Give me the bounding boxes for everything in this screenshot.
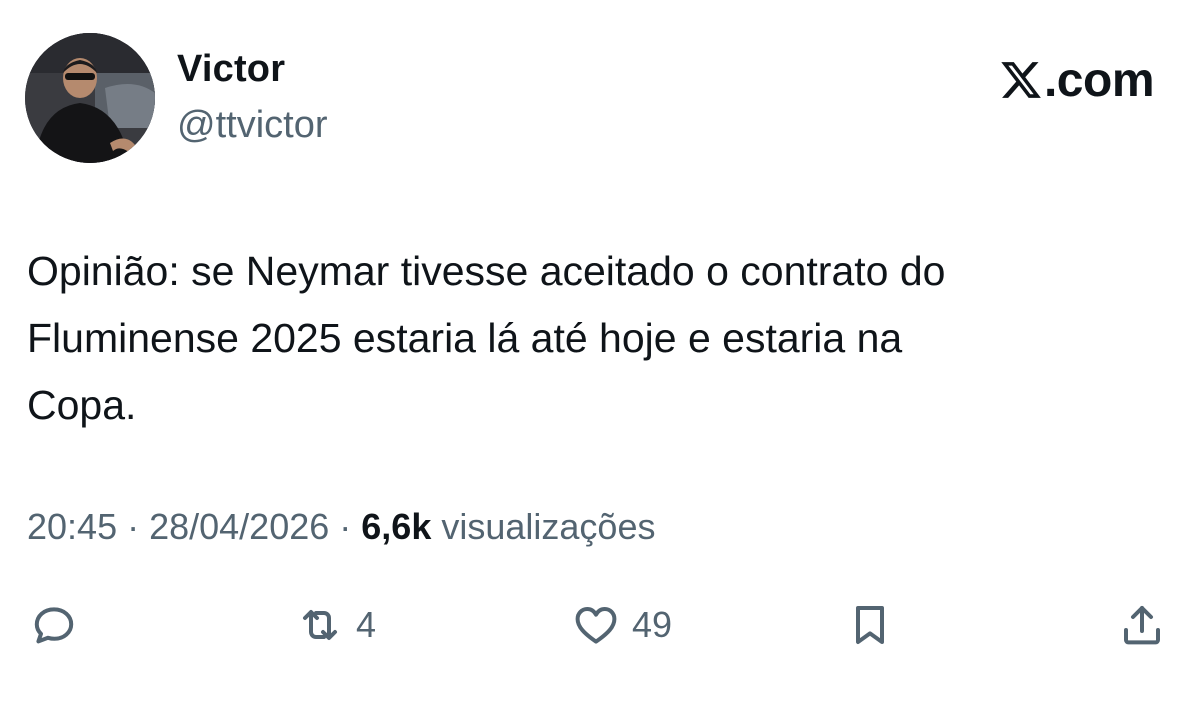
meta-separator: · (117, 506, 150, 547)
reply-button[interactable] (30, 595, 78, 655)
bookmark-icon (856, 606, 884, 644)
retweet-icon (303, 610, 337, 640)
bookmark-button[interactable] (846, 595, 894, 655)
tweet-card: Victor @ttvictor .com Opinião: se Neymar… (0, 0, 1200, 711)
retweet-button[interactable]: 4 (296, 595, 376, 655)
brand-domain: .com (1043, 53, 1155, 107)
like-button[interactable]: 49 (572, 595, 672, 655)
tweet-date[interactable]: 28/04/2026 (149, 506, 329, 547)
like-count: 49 (632, 604, 673, 645)
avatar[interactable] (25, 33, 155, 163)
x-logo-icon (1001, 62, 1041, 98)
action-bar: 4 49 (0, 595, 1200, 655)
views-count: 6,6k (361, 506, 432, 547)
share-icon (1124, 606, 1160, 645)
meta-separator: · (329, 506, 362, 547)
reply-icon (34, 607, 74, 644)
avatar-photo (25, 33, 155, 163)
views-label: visualizações (431, 506, 656, 547)
tweet-metadata: 20:45 · 28/04/2026 · 6,6k visualizações (27, 506, 655, 548)
author-handle[interactable]: @ttvictor (177, 104, 327, 147)
tweet-time[interactable]: 20:45 (27, 506, 117, 547)
heart-icon (575, 607, 617, 644)
share-button[interactable] (1118, 595, 1166, 655)
brand-watermark: .com (999, 52, 1155, 108)
tweet-text: Opinião: se Neymar tivesse aceitado o co… (27, 248, 946, 428)
author-display-name[interactable]: Victor (177, 48, 285, 91)
retweet-count: 4 (356, 604, 377, 645)
